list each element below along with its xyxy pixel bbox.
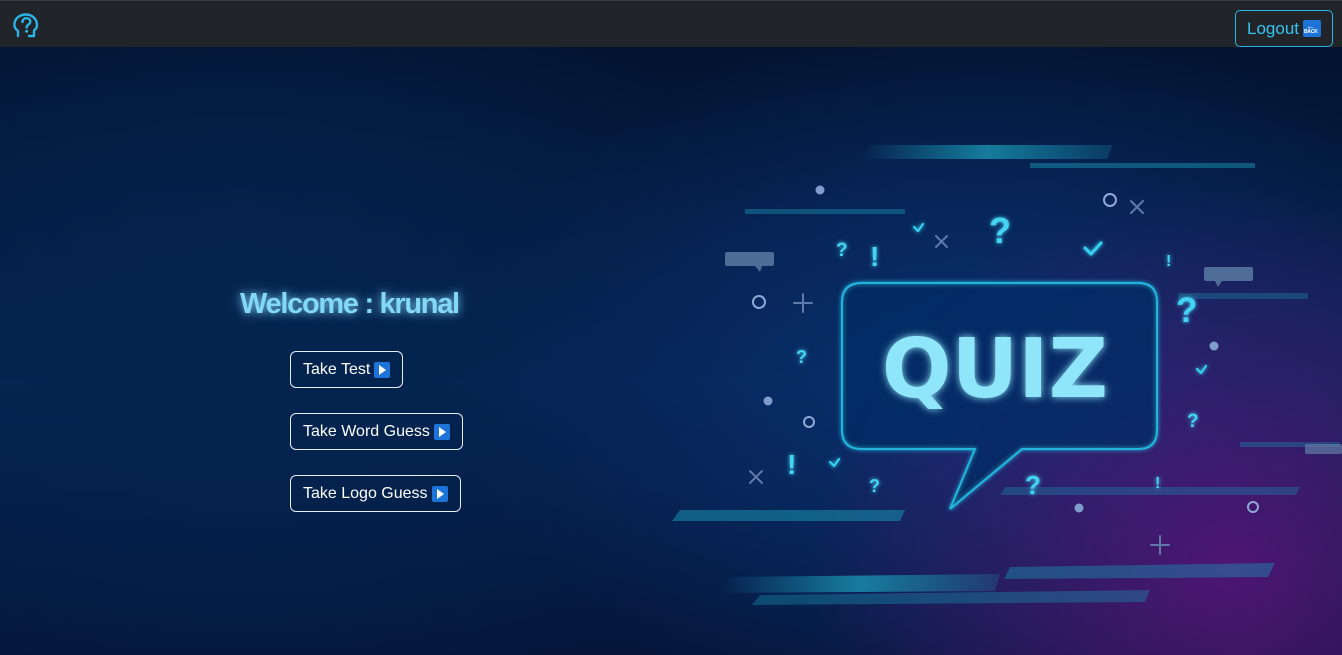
question-mark-icon: ? (869, 476, 880, 496)
ring-icon (1247, 501, 1259, 513)
speed-stripe (672, 510, 905, 521)
take-logo-guess-button[interactable]: Take Logo Guess (290, 475, 461, 512)
speed-stripe (1178, 293, 1308, 299)
welcome-heading: Welcome : krunal (240, 288, 460, 320)
exclamation-icon: ! (870, 241, 879, 272)
logout-label: Logout (1247, 18, 1299, 38)
quiz-illustration: ? ? ? ? ? ? ? ! ! ! ! QUIZ (672, 145, 1342, 605)
cross-icon (935, 235, 948, 248)
exclamation-icon: ! (1166, 253, 1171, 270)
check-icon (1195, 364, 1208, 375)
speed-stripe (745, 209, 905, 214)
question-mark-icon: ? (1187, 411, 1199, 432)
speed-stripe (1000, 487, 1300, 495)
chat-bubble-icon (725, 252, 774, 266)
question-mark-icon: ? (1176, 291, 1197, 330)
speed-stripe (720, 574, 1000, 593)
take-logo-guess-label: Take Logo Guess (303, 484, 428, 502)
question-mark-icon: ? (796, 347, 807, 367)
logout-button[interactable]: Logout ← BACK (1235, 10, 1333, 47)
speed-stripe (1030, 163, 1255, 168)
play-icon (431, 485, 448, 502)
question-mark-icon: ? (989, 210, 1011, 251)
play-icon (374, 361, 391, 378)
plus-icon (793, 293, 813, 313)
back-arrow-icon: ← BACK (1303, 20, 1321, 37)
take-test-label: Take Test (303, 360, 371, 378)
cross-icon (1130, 200, 1144, 214)
check-icon (1083, 241, 1103, 256)
chat-bubble-icon (1204, 267, 1253, 281)
chat-bubble-icon (1305, 444, 1342, 454)
question-mark-icon: ? (1025, 470, 1041, 500)
take-word-guess-label: Take Word Guess (303, 422, 430, 440)
dot-icon (763, 396, 773, 406)
exclamation-icon: ! (1155, 475, 1160, 492)
speed-stripe (1004, 563, 1275, 579)
question-head-icon[interactable] (12, 12, 42, 42)
speed-stripe (860, 145, 1113, 159)
check-icon (828, 457, 841, 468)
cross-icon (749, 470, 763, 484)
top-navbar: Logout ← BACK (0, 0, 1342, 47)
play-icon (433, 423, 450, 440)
exclamation-icon: ! (787, 449, 796, 480)
quiz-title-text: QUIZ (882, 322, 1108, 417)
ring-icon (752, 295, 766, 309)
ring-icon (1103, 193, 1117, 207)
question-mark-icon: ? (836, 240, 848, 261)
ring-icon (803, 416, 815, 428)
take-word-guess-button[interactable]: Take Word Guess (290, 413, 463, 450)
check-icon (912, 222, 925, 233)
dot-icon (815, 185, 825, 195)
plus-icon (1150, 535, 1170, 555)
dot-icon (1074, 503, 1084, 513)
dot-icon (1209, 341, 1219, 351)
take-test-button[interactable]: Take Test (290, 351, 404, 388)
hero-section: ? ? ? ? ? ? ? ! ! ! ! QUIZ Welcome : kru… (0, 47, 1342, 655)
